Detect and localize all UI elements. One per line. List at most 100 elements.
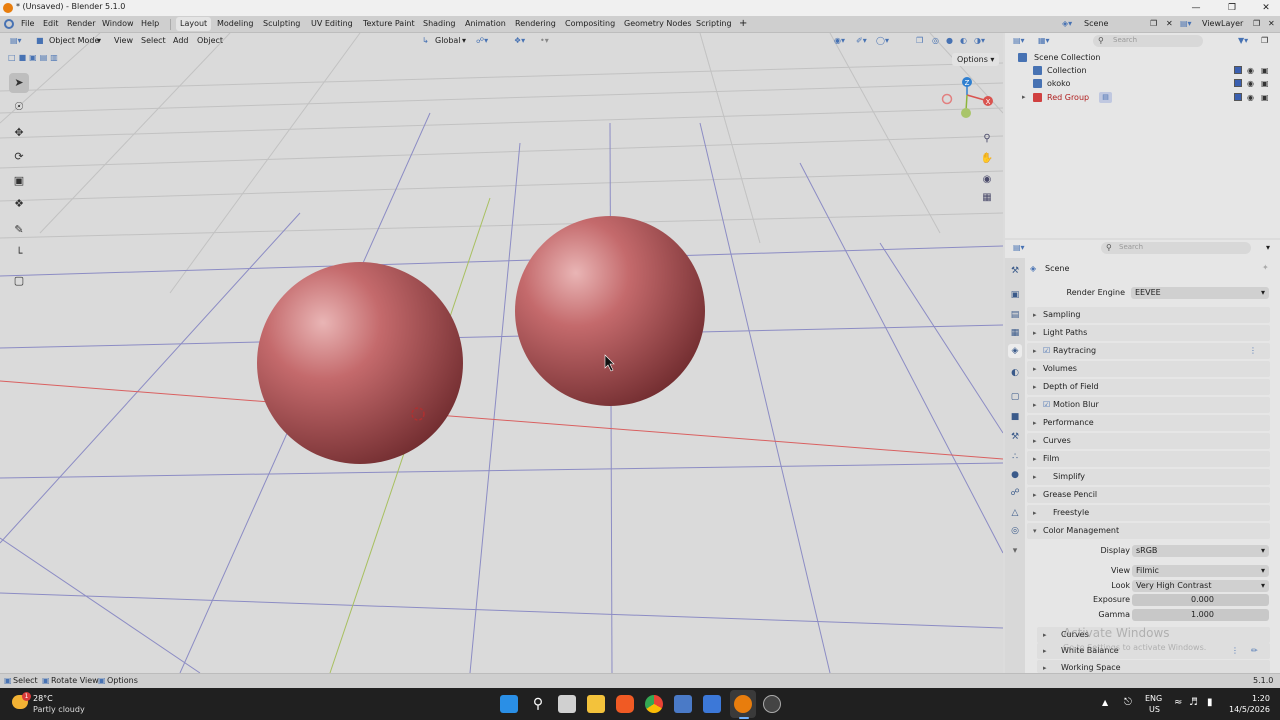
menu-select[interactable]: Select bbox=[141, 36, 166, 45]
panel-light-paths[interactable]: ▸ Light Paths bbox=[1027, 325, 1270, 341]
menu-render[interactable]: Render bbox=[67, 19, 95, 28]
modifier-tab-icon[interactable]: ⚒ bbox=[1008, 430, 1022, 444]
presets-icon[interactable]: ⋮ bbox=[1249, 343, 1257, 359]
wifi-icon[interactable]: ≈ bbox=[1174, 697, 1182, 708]
eye-icon[interactable]: ◉ bbox=[1247, 64, 1254, 77]
rotate-tool-icon[interactable]: ⟳ bbox=[9, 147, 29, 167]
panel-color-management[interactable]: ▾ Color Management bbox=[1027, 523, 1270, 539]
collection-tab-icon[interactable]: ▢ bbox=[1008, 390, 1022, 404]
outliner-row-scene-collection[interactable]: Scene Collection bbox=[1005, 51, 1280, 64]
blender-menu-icon[interactable] bbox=[4, 19, 14, 29]
blender-taskbar-icon[interactable] bbox=[734, 695, 752, 713]
panel-motion-blur[interactable]: ▸ ☑ Motion Blur bbox=[1027, 397, 1270, 413]
rendered-shading-icon[interactable]: ◑▾ bbox=[974, 36, 985, 45]
exclude-checkbox[interactable] bbox=[1234, 79, 1242, 87]
output-tab-icon[interactable]: ▤ bbox=[1008, 308, 1022, 322]
cursor-tool-icon[interactable]: ☉ bbox=[9, 97, 29, 117]
material-tab-icon[interactable]: ◎ bbox=[1008, 524, 1022, 538]
scene-selector[interactable]: Scene bbox=[1084, 17, 1134, 31]
pivot-icon[interactable]: ☍▾ bbox=[476, 36, 488, 45]
file-explorer-icon[interactable] bbox=[587, 695, 605, 713]
tab-geometry-nodes[interactable]: Geometry Nodes bbox=[620, 17, 695, 31]
region-indicator[interactable]: US bbox=[1149, 705, 1160, 714]
panel-performance[interactable]: ▸ Performance bbox=[1027, 415, 1270, 431]
select-new-icon[interactable]: ■ bbox=[19, 53, 27, 62]
measure-tool-icon[interactable]: └ bbox=[9, 244, 29, 264]
select-subtract-icon[interactable]: ▤ bbox=[40, 53, 48, 62]
particles-tab-icon[interactable]: ∴ bbox=[1008, 450, 1022, 464]
tab-scripting[interactable]: Scripting bbox=[692, 17, 736, 31]
exclude-checkbox[interactable] bbox=[1234, 66, 1242, 74]
panel-depth-of-field[interactable]: ▸ Depth of Field bbox=[1027, 379, 1270, 395]
microphone-icon[interactable]: ⎋ bbox=[1124, 697, 1132, 708]
chrome-icon[interactable] bbox=[645, 695, 663, 713]
sphere-right[interactable] bbox=[515, 216, 705, 406]
look-dropdown[interactable]: Very High Contrast ▾ bbox=[1132, 580, 1269, 592]
3d-viewport[interactable]: ▤▾ ■ Object Mode ▾ View Select Add Objec… bbox=[0, 33, 1003, 673]
github-icon[interactable] bbox=[763, 695, 781, 713]
properties-editor-icon[interactable]: ▤▾ bbox=[1013, 243, 1025, 252]
outliner-row-red-group[interactable]: ▸ Red Group ▤ ◉ ▣ bbox=[1005, 91, 1280, 104]
panel-grease-pencil[interactable]: ▸ Grease Pencil bbox=[1027, 487, 1270, 503]
zoom-icon[interactable]: ⚲ bbox=[979, 133, 995, 149]
panel-simplify[interactable]: ▸ Simplify bbox=[1027, 469, 1270, 485]
menu-help[interactable]: Help bbox=[141, 19, 159, 28]
clock-date[interactable]: 14/5/2026 bbox=[1229, 705, 1270, 714]
menu-object[interactable]: Object bbox=[197, 36, 223, 45]
select-extend-icon[interactable]: ▣ bbox=[29, 53, 37, 62]
menu-edit[interactable]: Edit bbox=[43, 19, 59, 28]
panel-sampling[interactable]: ▸ Sampling bbox=[1027, 307, 1270, 323]
menu-view[interactable]: View bbox=[114, 36, 133, 45]
world-tab-icon[interactable]: ◐ bbox=[1008, 366, 1022, 380]
brave-browser-icon[interactable] bbox=[616, 695, 634, 713]
task-view-icon[interactable] bbox=[558, 695, 576, 713]
chevron-up-icon[interactable]: ▲ bbox=[1102, 698, 1108, 707]
panel-raytracing[interactable]: ▸ ☑ Raytracing ⋮ bbox=[1027, 343, 1270, 359]
checkbox-icon[interactable]: ☑ bbox=[1043, 397, 1050, 413]
tab-modeling[interactable]: Modeling bbox=[213, 17, 257, 31]
select-box-icon[interactable]: □ bbox=[8, 53, 16, 62]
object-data-icon[interactable]: ▤ bbox=[1099, 92, 1112, 103]
material-shading-icon[interactable]: ◐ bbox=[960, 36, 967, 45]
constraints-tab-icon[interactable]: ☍ bbox=[1008, 486, 1022, 500]
view-dropdown[interactable]: Filmic ▾ bbox=[1132, 565, 1269, 577]
sphere-left[interactable] bbox=[257, 262, 463, 464]
menu-add[interactable]: Add bbox=[173, 36, 189, 45]
close-icon[interactable]: ✕ bbox=[1254, 0, 1278, 16]
gizmo-icon[interactable]: ✐▾ bbox=[856, 36, 867, 45]
add-cube-tool-icon[interactable]: ▢ bbox=[9, 271, 29, 291]
eyedropper-icon[interactable]: ✏ bbox=[1251, 643, 1258, 659]
navigation-gizmo[interactable]: Z X bbox=[935, 73, 999, 127]
gamma-field[interactable]: 1.000 bbox=[1132, 609, 1269, 621]
options-dropdown[interactable]: Options ▾ bbox=[952, 53, 1000, 66]
presets-icon[interactable]: ⋮ bbox=[1231, 643, 1239, 659]
tab-animation[interactable]: Animation bbox=[461, 17, 510, 31]
editor-type-icon[interactable]: ▤▾ bbox=[10, 36, 22, 45]
camera-icon[interactable]: ▣ bbox=[1261, 91, 1269, 104]
overlays-icon[interactable]: ◯▾ bbox=[876, 36, 889, 45]
panel-freestyle[interactable]: ▸ Freestyle bbox=[1027, 505, 1270, 521]
delete-view-layer-icon[interactable]: ✕ bbox=[1268, 17, 1275, 31]
display-mode-icon[interactable]: ▦▾ bbox=[1038, 36, 1050, 45]
tool-tab-icon[interactable]: ⚒ bbox=[1008, 264, 1022, 278]
solid-shading-icon[interactable]: ● bbox=[946, 36, 953, 45]
tab-compositing[interactable]: Compositing bbox=[561, 17, 619, 31]
menu-window[interactable]: Window bbox=[102, 19, 134, 28]
move-tool-icon[interactable]: ✥ bbox=[9, 123, 29, 143]
new-scene-icon[interactable]: ❐ bbox=[1150, 17, 1157, 31]
eye-icon[interactable]: ◉ bbox=[1247, 77, 1254, 90]
outliner-search-input[interactable]: ⚲ Search bbox=[1093, 35, 1203, 47]
view-layer-tab-icon[interactable]: ▦ bbox=[1008, 326, 1022, 340]
new-view-layer-icon[interactable]: ❐ bbox=[1253, 17, 1260, 31]
chevron-down-icon[interactable]: ▾ bbox=[1266, 243, 1270, 252]
tab-shading[interactable]: Shading bbox=[419, 17, 460, 31]
properties-search-input[interactable]: ⚲ Search bbox=[1101, 242, 1251, 254]
display-dropdown[interactable]: sRGB ▾ bbox=[1132, 545, 1269, 557]
windows-start-icon[interactable] bbox=[500, 695, 518, 713]
subpanel-working-space[interactable]: ▸ Working Space bbox=[1037, 660, 1270, 673]
physics-tab-icon[interactable]: ● bbox=[1008, 468, 1022, 482]
new-collection-icon[interactable]: ❐ bbox=[1261, 36, 1268, 45]
gizmo-y-axis[interactable] bbox=[961, 108, 971, 118]
delete-scene-icon[interactable]: ✕ bbox=[1166, 17, 1173, 31]
tab-uv-editing[interactable]: UV Editing bbox=[307, 17, 357, 31]
